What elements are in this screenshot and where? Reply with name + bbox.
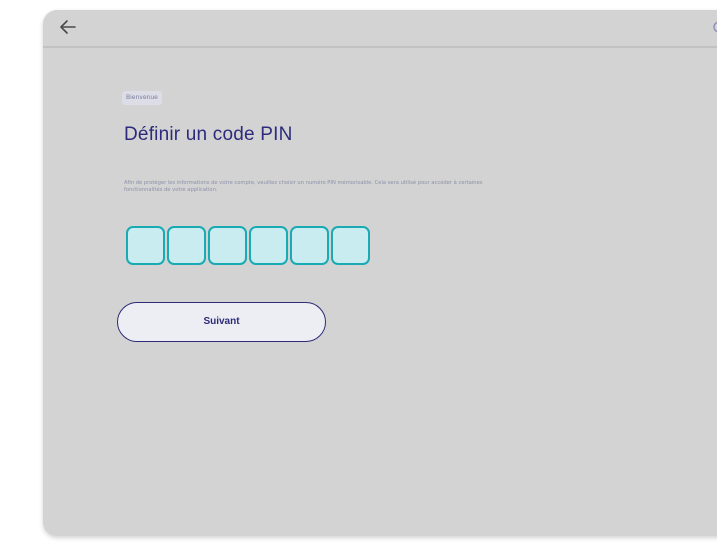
pin-digit-6[interactable] <box>331 226 370 265</box>
step-tag: Bienvenue <box>122 91 162 105</box>
pin-digit-3[interactable] <box>208 226 247 265</box>
pin-digit-2[interactable] <box>167 226 206 265</box>
pin-input-group <box>126 226 370 265</box>
next-button[interactable]: Suivant <box>117 302 326 342</box>
top-bar <box>43 10 717 48</box>
page-description: Afin de protéger les informations de vot… <box>124 180 483 193</box>
app-window: Bienvenue Définir un code PIN Afin de pr… <box>43 10 717 536</box>
pin-digit-1[interactable] <box>126 226 165 265</box>
pin-digit-5[interactable] <box>290 226 329 265</box>
page-title: Définir un code PIN <box>124 124 293 145</box>
arrow-left-icon[interactable] <box>57 16 79 38</box>
settings-icon[interactable] <box>709 18 717 36</box>
pin-digit-4[interactable] <box>249 226 288 265</box>
